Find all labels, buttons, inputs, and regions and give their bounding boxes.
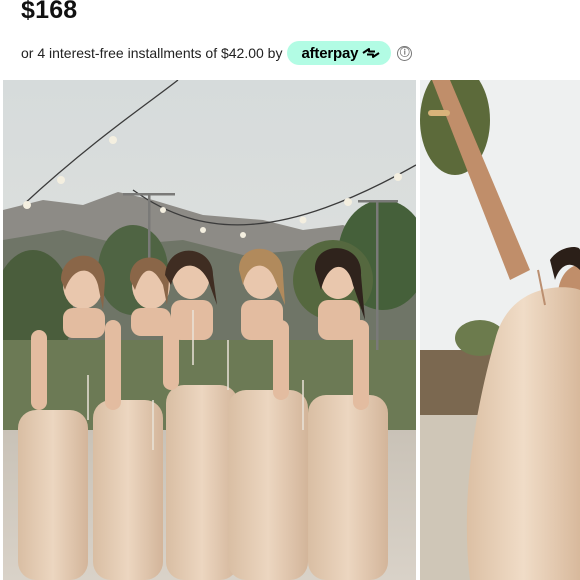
afterpay-arrows-icon — [362, 48, 380, 58]
afterpay-badge[interactable]: afterpay — [287, 41, 392, 65]
main-photo[interactable] — [3, 80, 416, 580]
info-circle-icon[interactable]: ⓘ — [397, 45, 413, 61]
image-carousel[interactable] — [0, 80, 580, 580]
installments-text: or 4 interest-free installments of $42.0… — [21, 45, 283, 61]
afterpay-label: afterpay — [301, 44, 359, 62]
afterpay-installments: or 4 interest-free installments of $42.0… — [21, 40, 413, 66]
next-photo[interactable] — [420, 80, 580, 580]
product-price: $168 — [21, 0, 78, 24]
